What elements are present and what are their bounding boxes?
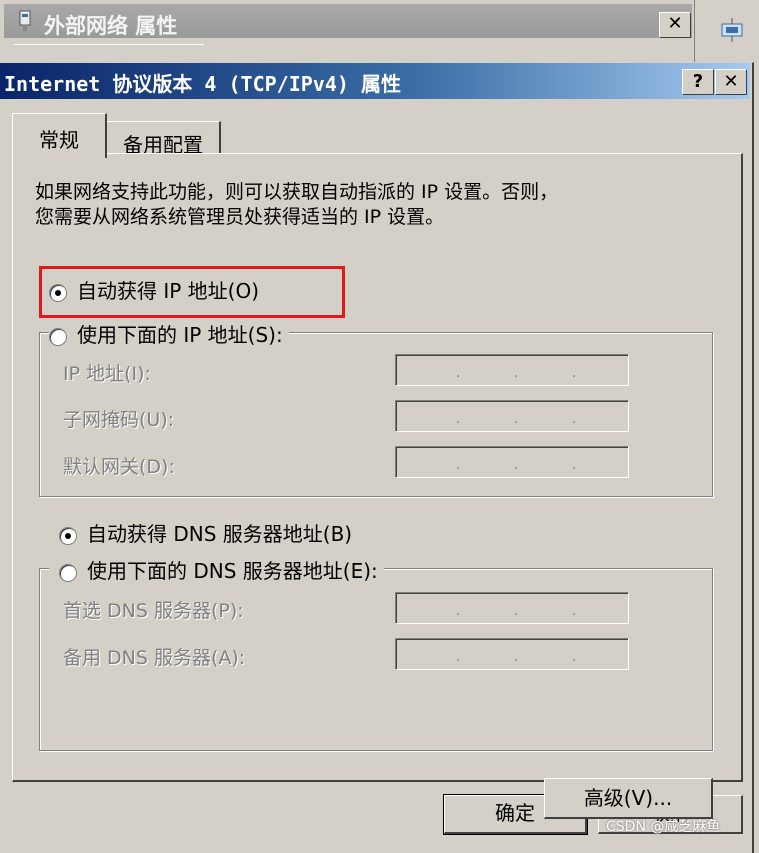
close-button[interactable]: ✕ <box>715 69 747 95</box>
alternate-dns-field[interactable]: ... <box>395 638 629 670</box>
tcpip-properties-dialog: Internet 协议版本 4 (TCP/IPv4) 属性 ? ✕ 常规 备用配… <box>0 62 754 853</box>
network-adapter-icon <box>19 10 31 31</box>
background-titlebar: 外部网络 属性 ✕ <box>4 4 692 38</box>
description-line-2: 您需要从网络系统管理员处获得适当的 IP 设置。 <box>35 206 445 228</box>
description-line-1: 如果网络支持此功能，则可以获取自动指派的 IP 设置。否则， <box>35 181 559 203</box>
manual-dns-radio[interactable] <box>59 563 77 582</box>
tab-general-label: 常规 <box>39 128 79 152</box>
network-tray-icon[interactable] <box>716 16 748 44</box>
background-window-title: 外部网络 属性 <box>44 14 178 38</box>
preferred-dns-label: 首选 DNS 服务器(P): <box>63 600 244 622</box>
tab-general[interactable]: 常规 <box>12 113 107 158</box>
manual-ip-option[interactable]: 使用下面的 IP 地址(S): <box>49 319 289 348</box>
manual-dns-option[interactable]: 使用下面的 DNS 服务器地址(E): <box>49 555 384 584</box>
ip-address-field[interactable]: ... <box>395 354 629 386</box>
dialog-titlebar[interactable]: Internet 协议版本 4 (TCP/IPv4) 属性 ? ✕ <box>0 63 750 99</box>
background-window: 外部网络 属性 ✕ <box>0 0 695 62</box>
auto-dns-label: 自动获得 DNS 服务器地址(B) <box>87 522 353 546</box>
tab-alternate-configuration[interactable]: 备用配置 <box>106 121 221 157</box>
watermark: CSDN @咸芝麻鱼 <box>606 819 721 835</box>
general-tab-panel: 如果网络支持此功能，则可以获取自动指派的 IP 设置。否则， 您需要从网络系统管… <box>12 153 743 819</box>
dialog-title: Internet 协议版本 4 (TCP/IPv4) 属性 <box>4 72 401 96</box>
background-tab-strip <box>14 44 204 63</box>
advanced-button[interactable]: 高级(V)... <box>544 778 713 819</box>
description-text: 如果网络支持此功能，则可以获取自动指派的 IP 设置。否则， 您需要从网络系统管… <box>35 180 715 230</box>
ip-address-label: IP 地址(I): <box>63 363 151 385</box>
subnet-mask-field[interactable]: ... <box>395 400 629 432</box>
background-close-button[interactable]: ✕ <box>659 12 691 38</box>
help-button[interactable]: ? <box>682 69 714 95</box>
manual-dns-label: 使用下面的 DNS 服务器地址(E): <box>87 559 378 583</box>
manual-ip-label: 使用下面的 IP 地址(S): <box>77 323 283 347</box>
subnet-mask-label: 子网掩码(U): <box>63 409 175 431</box>
auto-dns-radio[interactable] <box>59 526 77 545</box>
alternate-dns-label: 备用 DNS 服务器(A): <box>63 647 246 669</box>
preferred-dns-field[interactable]: ... <box>395 592 629 624</box>
default-gateway-label: 默认网关(D): <box>63 456 175 478</box>
highlight-annotation <box>39 266 345 318</box>
default-gateway-field[interactable]: ... <box>395 446 629 478</box>
auto-dns-option[interactable]: 自动获得 DNS 服务器地址(B) <box>59 518 352 547</box>
manual-ip-radio[interactable] <box>49 327 67 346</box>
